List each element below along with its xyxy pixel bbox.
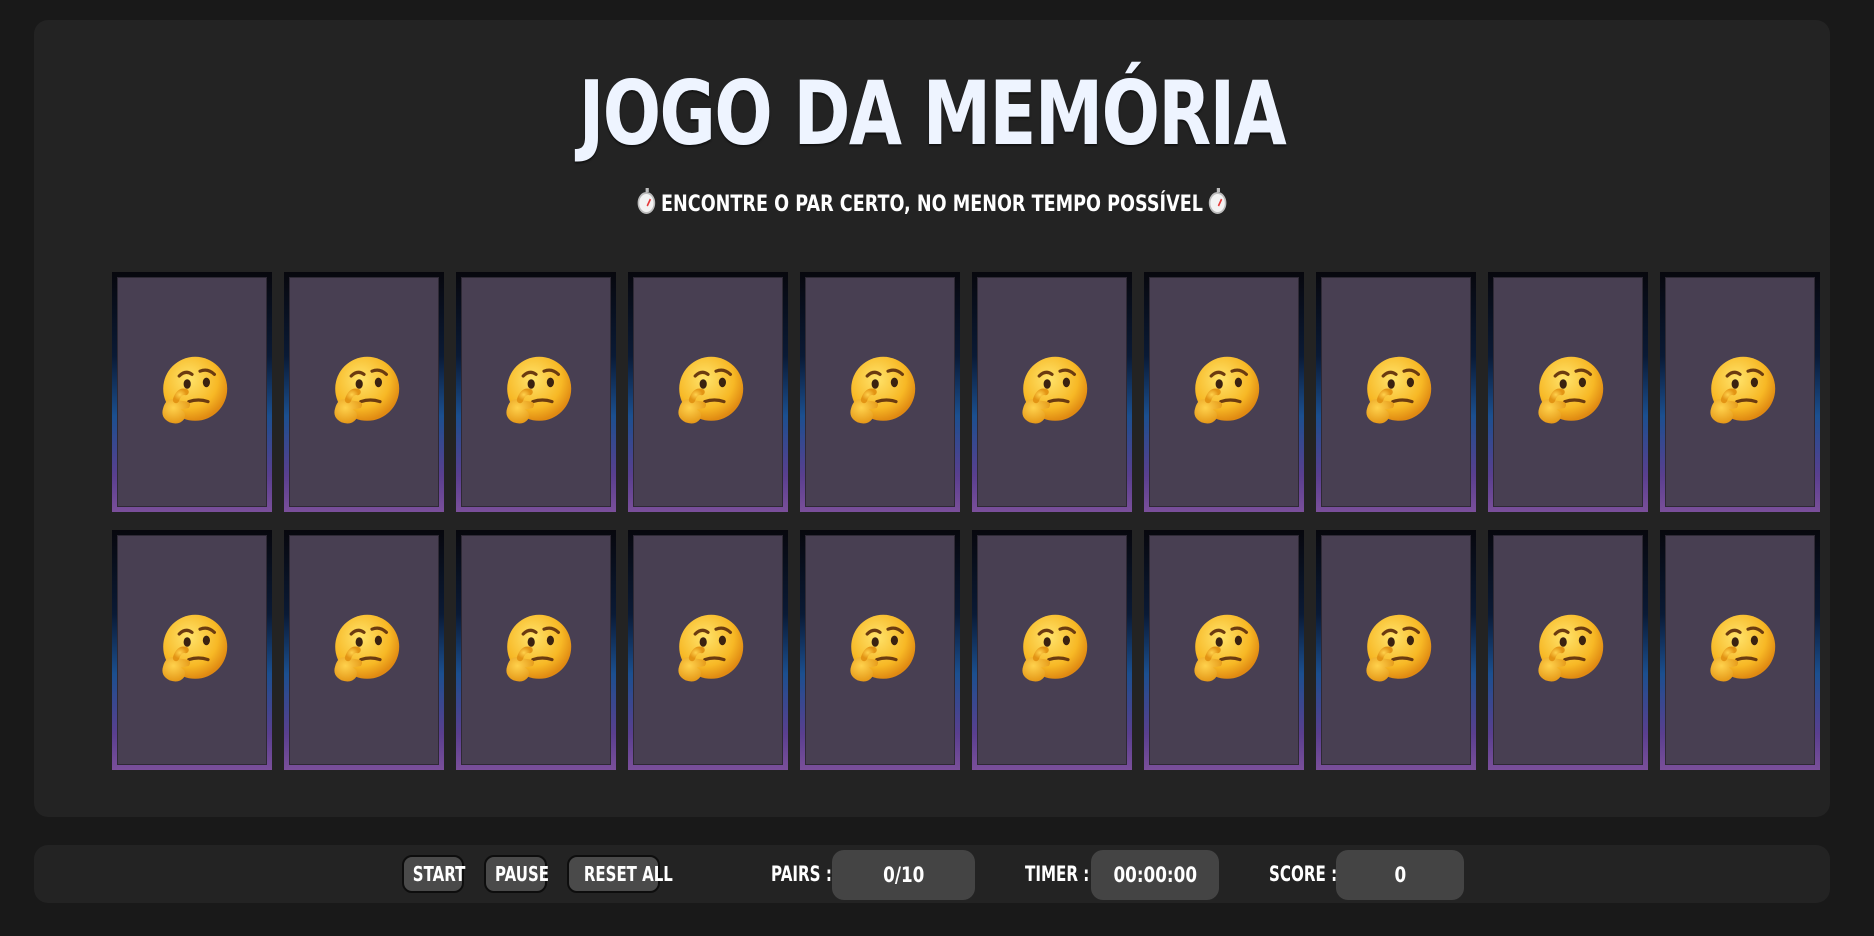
card-board <box>112 272 1822 770</box>
pairs-value: 0/10 <box>832 850 975 900</box>
thinking-face-icon <box>1528 352 1608 432</box>
memory-card[interactable] <box>1144 530 1304 770</box>
reset-all-button[interactable]: RESET ALL <box>567 855 673 893</box>
memory-card[interactable] <box>628 530 788 770</box>
memory-card[interactable] <box>1660 530 1820 770</box>
memory-card[interactable] <box>1316 530 1476 770</box>
card-back <box>289 277 439 507</box>
card-back <box>1149 535 1299 765</box>
stopwatch-icon <box>637 188 655 214</box>
card-back <box>805 535 955 765</box>
card-back <box>633 277 783 507</box>
memory-card[interactable] <box>800 272 960 512</box>
card-back <box>1493 535 1643 765</box>
control-bar: START PAUSE RESET ALL PAIRS : 0/10 TIMER… <box>34 845 1830 903</box>
card-back <box>1665 277 1815 507</box>
page-title: JOGO DA MEMÓRIA <box>578 62 1287 165</box>
score-value: 0 <box>1336 850 1464 900</box>
thinking-face-icon <box>1700 610 1780 690</box>
card-back <box>805 277 955 507</box>
thinking-face-icon <box>840 610 920 690</box>
memory-card[interactable] <box>456 530 616 770</box>
memory-card[interactable] <box>1488 272 1648 512</box>
card-back <box>1493 277 1643 507</box>
thinking-face-icon <box>1184 352 1264 432</box>
memory-card[interactable] <box>284 272 444 512</box>
thinking-face-icon <box>668 610 748 690</box>
memory-card[interactable] <box>112 530 272 770</box>
thinking-face-icon <box>1528 610 1608 690</box>
stopwatch-icon <box>1209 188 1227 214</box>
thinking-face-icon <box>496 352 576 432</box>
memory-card[interactable] <box>456 272 616 512</box>
memory-card[interactable] <box>1660 272 1820 512</box>
memory-card[interactable] <box>972 272 1132 512</box>
subtitle-text: ENCONTRE O PAR CERTO, NO MENOR TEMPO POS… <box>661 192 1203 217</box>
thinking-face-icon <box>1012 610 1092 690</box>
thinking-face-icon <box>840 352 920 432</box>
card-back <box>117 277 267 507</box>
card-back <box>1665 535 1815 765</box>
start-button[interactable]: START <box>402 855 465 893</box>
thinking-face-icon <box>1356 610 1436 690</box>
thinking-face-icon <box>1700 352 1780 432</box>
card-back <box>289 535 439 765</box>
subtitle: ENCONTRE O PAR CERTO, NO MENOR TEMPO POS… <box>214 188 1651 220</box>
card-back <box>977 535 1127 765</box>
card-back <box>461 535 611 765</box>
memory-card[interactable] <box>972 530 1132 770</box>
timer-value: 00:00:00 <box>1091 850 1219 900</box>
memory-card[interactable] <box>284 530 444 770</box>
memory-card[interactable] <box>800 530 960 770</box>
memory-card[interactable] <box>1488 530 1648 770</box>
thinking-face-icon <box>152 352 232 432</box>
timer-label: TIMER : <box>1025 862 1090 886</box>
thinking-face-icon <box>668 352 748 432</box>
game-panel: JOGO DA MEMÓRIA ENCONTRE O PAR CERTO, NO… <box>34 20 1830 817</box>
card-back <box>633 535 783 765</box>
memory-card[interactable] <box>628 272 788 512</box>
thinking-face-icon <box>324 610 404 690</box>
pause-button[interactable]: PAUSE <box>484 855 549 893</box>
score-label: SCORE : <box>1269 862 1338 886</box>
card-back <box>977 277 1127 507</box>
memory-card[interactable] <box>1144 272 1304 512</box>
thinking-face-icon <box>496 610 576 690</box>
card-back <box>461 277 611 507</box>
card-back <box>117 535 267 765</box>
pairs-label: PAIRS : <box>771 862 832 886</box>
thinking-face-icon <box>1356 352 1436 432</box>
thinking-face-icon <box>324 352 404 432</box>
memory-card[interactable] <box>112 272 272 512</box>
thinking-face-icon <box>1184 610 1264 690</box>
memory-card[interactable] <box>1316 272 1476 512</box>
card-back <box>1321 535 1471 765</box>
card-back <box>1149 277 1299 507</box>
thinking-face-icon <box>152 610 232 690</box>
card-back <box>1321 277 1471 507</box>
thinking-face-icon <box>1012 352 1092 432</box>
